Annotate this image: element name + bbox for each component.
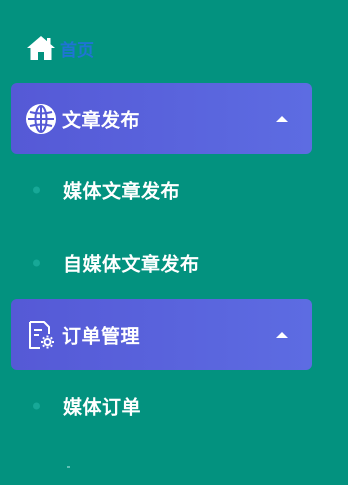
home-icon [26, 35, 56, 61]
bullet-dot-icon [33, 259, 40, 267]
nav-item-label: 媒体文章发布 [63, 180, 181, 203]
nav-group-label: 订单管理 [62, 325, 141, 347]
nav-item-self-media-article-publish[interactable]: 自媒体文章发布 [0, 233, 348, 293]
sidebar-nav: 首页 文章发布 媒体文章发布 自媒体文章发布 订单管理 媒体订单 [0, 0, 348, 485]
collapse-caret-icon[interactable] [276, 115, 288, 122]
bullet-dot-icon [33, 186, 40, 194]
nav-group-article-publish[interactable]: 文章发布 [11, 83, 312, 154]
partial-nav-item-fragment [67, 466, 70, 468]
nav-group-label: 文章发布 [62, 109, 141, 131]
nav-group-order-management[interactable]: 订单管理 [11, 299, 312, 370]
nav-item-label: 自媒体文章发布 [63, 253, 200, 276]
nav-home[interactable]: 首页 [26, 34, 94, 62]
nav-item-media-article-publish[interactable]: 媒体文章发布 [0, 160, 348, 220]
collapse-caret-icon[interactable] [276, 331, 288, 338]
nav-home-label: 首页 [60, 40, 94, 61]
document-settings-icon [25, 319, 57, 351]
bullet-dot-icon [33, 402, 40, 410]
globe-icon [25, 103, 57, 135]
nav-item-label: 媒体订单 [63, 396, 142, 419]
nav-item-media-orders[interactable]: 媒体订单 [0, 376, 348, 436]
